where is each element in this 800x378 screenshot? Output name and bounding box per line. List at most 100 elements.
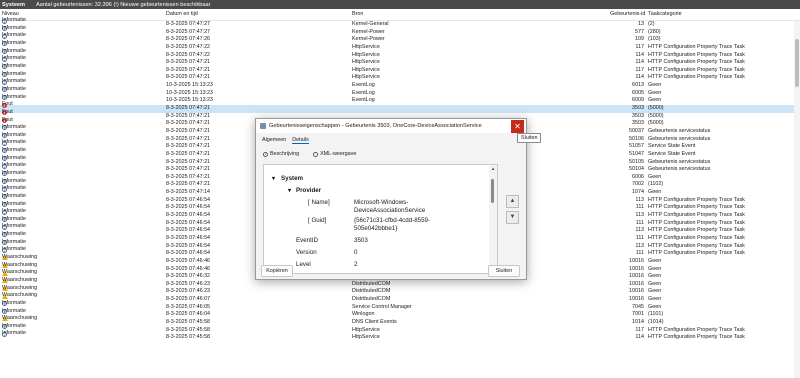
tab-general[interactable]: Algemeen <box>262 137 286 144</box>
level-text: Informatie <box>2 124 26 131</box>
table-row[interactable]: i Informatie 10-3-2025 15:13:23 EventLog 600… <box>0 86 800 98</box>
cell-event-id: 51047 <box>629 150 644 157</box>
close-button[interactable]: Sluiten <box>488 265 520 277</box>
cell-task: (1014) <box>648 318 664 325</box>
cell-date: 8-3-2025 07:46:54 <box>166 219 211 226</box>
dialog-tabs: Algemeen Details <box>262 137 309 144</box>
cell-task: (5000) <box>648 105 664 112</box>
details-scrollbar[interactable]: ▴ ▾ <box>489 165 497 273</box>
col-date[interactable]: Datum en tijd <box>166 11 198 17</box>
table-row[interactable]: Waarschuwing 8-3-2025 07:46:07 Distributed… <box>0 292 800 304</box>
cell-source: Kernel-General <box>352 21 389 27</box>
table-row[interactable]: i Informatie 8-3-2025 07:46:05 Service Cont… <box>0 300 800 312</box>
table-row[interactable]: Waarschuwing 8-3-2025 07:45:58 DNS Client … <box>0 315 800 327</box>
cell-date: 8-3-2025 07:47:21 <box>166 105 211 112</box>
window-header: Systeem Aantal gebeurtenissen: 32.396 (!… <box>0 0 800 9</box>
previous-event-icon[interactable]: ▲ <box>506 195 519 208</box>
radio-friendly[interactable]: Beschrijving <box>263 151 299 157</box>
col-task[interactable]: Taakcategorie <box>648 11 682 17</box>
cell-date: 8-3-2025 07:47:21 <box>166 173 211 180</box>
cell-date: 8-3-2025 07:46:23 <box>166 280 211 287</box>
cell-date: 8-3-2025 07:46:07 <box>166 296 211 303</box>
cell-event-id: 6005 <box>632 89 644 96</box>
close-icon[interactable]: ✕ <box>511 120 524 133</box>
cell-task: Gebeurtenis servicestatus <box>648 135 711 142</box>
cell-source: HttpService <box>352 66 380 73</box>
table-row[interactable]: i Informatie 8-3-2025 07:46:04 Winlogon 7001… <box>0 308 800 319</box>
cell-date: 8-3-2025 07:46:04 <box>166 311 211 318</box>
node-toggle-icon[interactable]: ▾ <box>288 187 291 194</box>
level-text: Informatie <box>2 200 26 207</box>
level-text: Waarschuwing <box>2 269 38 276</box>
cell-task: HTTP Configuration Property Trace Task <box>648 212 745 219</box>
table-row[interactable]: Waarschuwing 8-3-2025 07:46:23 Distributed… <box>0 277 800 289</box>
event-count-summary[interactable]: Aantal gebeurtenissen: 32.396 (!) Nieuwe… <box>36 2 210 8</box>
cell-date: 8-3-2025 07:46:54 <box>166 204 211 211</box>
level-text: Informatie <box>2 299 26 306</box>
table-row[interactable]: Waarschuwing 8-3-2025 07:46:23 Distributed… <box>0 284 800 296</box>
cell-date: 8-3-2025 07:47:21 <box>166 158 211 165</box>
table-row[interactable]: i Informatie 8-3-2025 07:47:21 HttpService 1… <box>0 63 800 75</box>
version-label: Version <box>296 249 317 256</box>
table-row[interactable]: i Informatie 8-3-2025 07:47:22 HttpService 1… <box>0 40 800 52</box>
scrollbar-thumb[interactable] <box>795 39 799 87</box>
cell-date: 8-3-2025 07:47:21 <box>166 166 211 173</box>
cell-event-id: 109 <box>635 36 644 43</box>
event-list-scrollbar[interactable] <box>794 21 800 378</box>
details-pane[interactable]: ▾ System ▾ Provider [ Name] Microsoft-Wi… <box>263 164 498 274</box>
name-value-1: Microsoft-Windows- <box>354 199 409 206</box>
col-source[interactable]: Bron <box>352 11 363 17</box>
cell-date: 8-3-2025 07:47:14 <box>166 189 211 196</box>
node-toggle-icon[interactable]: ▾ <box>272 175 275 182</box>
cell-date: 8-3-2025 07:47:21 <box>166 143 211 150</box>
table-row[interactable]: i Informatie 8-3-2025 07:45:58 HttpService 1… <box>0 323 800 335</box>
level-text: Informatie <box>2 192 26 199</box>
cell-source: DistributedCOM <box>352 280 391 287</box>
col-level[interactable]: Niveau <box>2 11 19 17</box>
level-text: Waarschuwing <box>2 284 38 291</box>
tab-details[interactable]: Details <box>292 137 309 144</box>
cell-event-id: 577 <box>635 28 644 35</box>
cell-date: 8-3-2025 07:47:21 <box>166 112 211 119</box>
copy-button[interactable]: Kopiëren <box>261 265 293 277</box>
version-value: 0 <box>354 249 358 256</box>
table-row[interactable]: i Informatie 8-3-2025 07:45:58 HttpService 1… <box>0 330 800 342</box>
next-event-icon[interactable]: ▼ <box>506 211 519 224</box>
cell-source: HttpService <box>352 59 380 66</box>
cell-date: 8-3-2025 07:47:21 <box>166 59 211 66</box>
table-row[interactable]: i Informatie 8-3-2025 07:47:21 HttpService 1… <box>0 55 800 67</box>
cell-source: DistributedCOM <box>352 296 391 303</box>
table-row[interactable]: i Informatie 8-3-2025 07:47:21 HttpService 1… <box>0 71 800 82</box>
radio-xml[interactable]: XML-weergave <box>313 151 356 157</box>
cell-event-id: 117 <box>635 326 644 333</box>
col-event-id[interactable]: Gebeurtenis-id <box>610 11 645 17</box>
cell-event-id: 113 <box>635 212 644 219</box>
table-row[interactable]: i Informatie 10-3-2025 15:13:23 EventLog 601… <box>0 78 800 90</box>
level-text: Informatie <box>2 24 26 31</box>
cell-event-id: 10016 <box>629 273 644 280</box>
cell-event-id: 10016 <box>629 280 644 287</box>
cell-date: 10-3-2025 15:13:23 <box>166 89 214 96</box>
cell-event-id: 113 <box>635 242 644 249</box>
cell-source: HttpService <box>352 43 380 50</box>
cell-date: 8-3-2025 07:45:58 <box>166 318 211 325</box>
cell-task: HTTP Configuration Property Trace Task <box>648 43 745 50</box>
scrollbar-thumb[interactable] <box>491 179 494 203</box>
level-text: Informatie <box>2 47 26 54</box>
level-text: Informatie <box>2 169 26 176</box>
table-row[interactable]: i Informatie 8-3-2025 07:47:26 Kernel-Power… <box>0 32 800 44</box>
cell-task: (1101) <box>648 311 664 318</box>
cell-task: Geen <box>648 296 662 303</box>
table-row[interactable]: ! Fout 8-3-2025 07:47:21 3503 (5000) <box>0 101 800 113</box>
level-value: 2 <box>354 261 358 268</box>
table-row[interactable]: i Informatie 8-3-2025 07:47:22 HttpService 1… <box>0 48 800 60</box>
cell-source: DNS Client Events <box>352 318 397 325</box>
table-row[interactable]: i Informatie 10-3-2025 15:13:23 EventLog 600… <box>0 94 800 105</box>
table-row[interactable]: i Informatie 8-3-2025 07:47:27 Kernel-Power… <box>0 25 800 37</box>
scroll-up-icon[interactable]: ▴ <box>490 166 496 172</box>
table-row[interactable]: i Informatie 8-3-2025 07:47:27 Kernel-Gener… <box>0 17 800 29</box>
level-text: Informatie <box>2 63 26 70</box>
cell-date: 8-3-2025 07:47:26 <box>166 36 211 43</box>
cell-event-id: 3503 <box>632 120 644 127</box>
cell-task: HTTP Configuration Property Trace Task <box>648 227 745 234</box>
